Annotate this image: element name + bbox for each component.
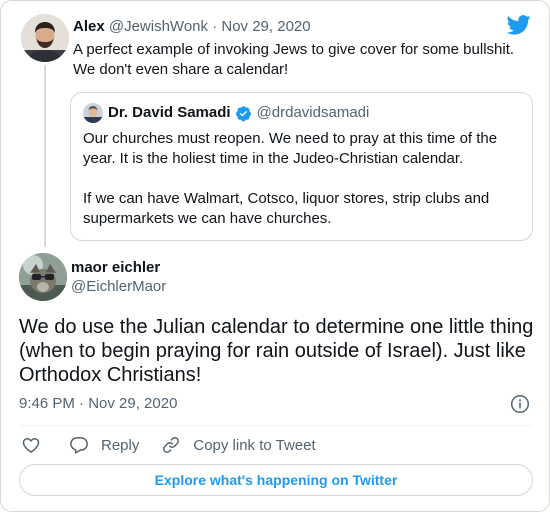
like-button[interactable] bbox=[21, 435, 41, 455]
action-bar: Reply Copy link to Tweet bbox=[21, 433, 316, 457]
thread-connector bbox=[44, 65, 46, 247]
quoted-author-handle: @drdavidsamadi bbox=[256, 104, 370, 121]
main-author-handle[interactable]: @EichlerMaor bbox=[71, 277, 166, 297]
parent-author-handle[interactable]: @JewishWonk bbox=[109, 18, 208, 35]
main-tweet-text: We do use the Julian calendar to determi… bbox=[19, 316, 534, 386]
copy-link-button[interactable]: Copy link to Tweet bbox=[161, 435, 316, 455]
quoted-avatar bbox=[83, 103, 103, 123]
parent-author-name[interactable]: Alex bbox=[73, 18, 105, 35]
parent-tweet: Alex @JewishWonk · Nov 29, 2020 A perfec… bbox=[73, 17, 533, 80]
copy-link-label: Copy link to Tweet bbox=[193, 436, 316, 454]
reply-button[interactable]: Reply bbox=[69, 435, 139, 455]
tweet-timestamp[interactable]: 9:46 PM · Nov 29, 2020 bbox=[19, 394, 177, 414]
quoted-paragraph: If we can have Walmart, Cotsco, liquor s… bbox=[83, 190, 490, 227]
divider bbox=[19, 425, 533, 426]
verified-badge-icon bbox=[235, 105, 251, 121]
link-icon bbox=[163, 437, 180, 453]
meta-separator: · bbox=[212, 18, 218, 35]
quoted-tweet-text: Our churches must reopen. We need to pra… bbox=[83, 129, 520, 229]
heart-icon bbox=[22, 438, 40, 453]
explore-twitter-button[interactable]: Explore what's happening on Twitter bbox=[19, 464, 533, 496]
parent-tweet-date[interactable]: Nov 29, 2020 bbox=[221, 18, 310, 35]
quoted-author-name: Dr. David Samadi bbox=[108, 104, 231, 121]
info-icon[interactable] bbox=[510, 394, 530, 414]
main-author-name[interactable]: maor eichler bbox=[71, 258, 160, 278]
quoted-tweet-header: Dr. David Samadi @drdavidsamadi bbox=[83, 103, 520, 123]
embedded-tweet-card: Alex @JewishWonk · Nov 29, 2020 A perfec… bbox=[0, 0, 550, 512]
parent-avatar[interactable] bbox=[21, 14, 69, 62]
parent-tweet-header: Alex @JewishWonk · Nov 29, 2020 bbox=[73, 17, 533, 37]
reply-icon bbox=[70, 437, 88, 454]
quoted-paragraph: Our churches must reopen. We need to pra… bbox=[83, 130, 498, 167]
quoted-tweet[interactable]: Dr. David Samadi @drdavidsamadi Our chur… bbox=[70, 92, 533, 241]
parent-tweet-text: A perfect example of invoking Jews to gi… bbox=[73, 41, 515, 78]
main-avatar[interactable] bbox=[19, 253, 67, 301]
reply-label: Reply bbox=[101, 436, 140, 454]
